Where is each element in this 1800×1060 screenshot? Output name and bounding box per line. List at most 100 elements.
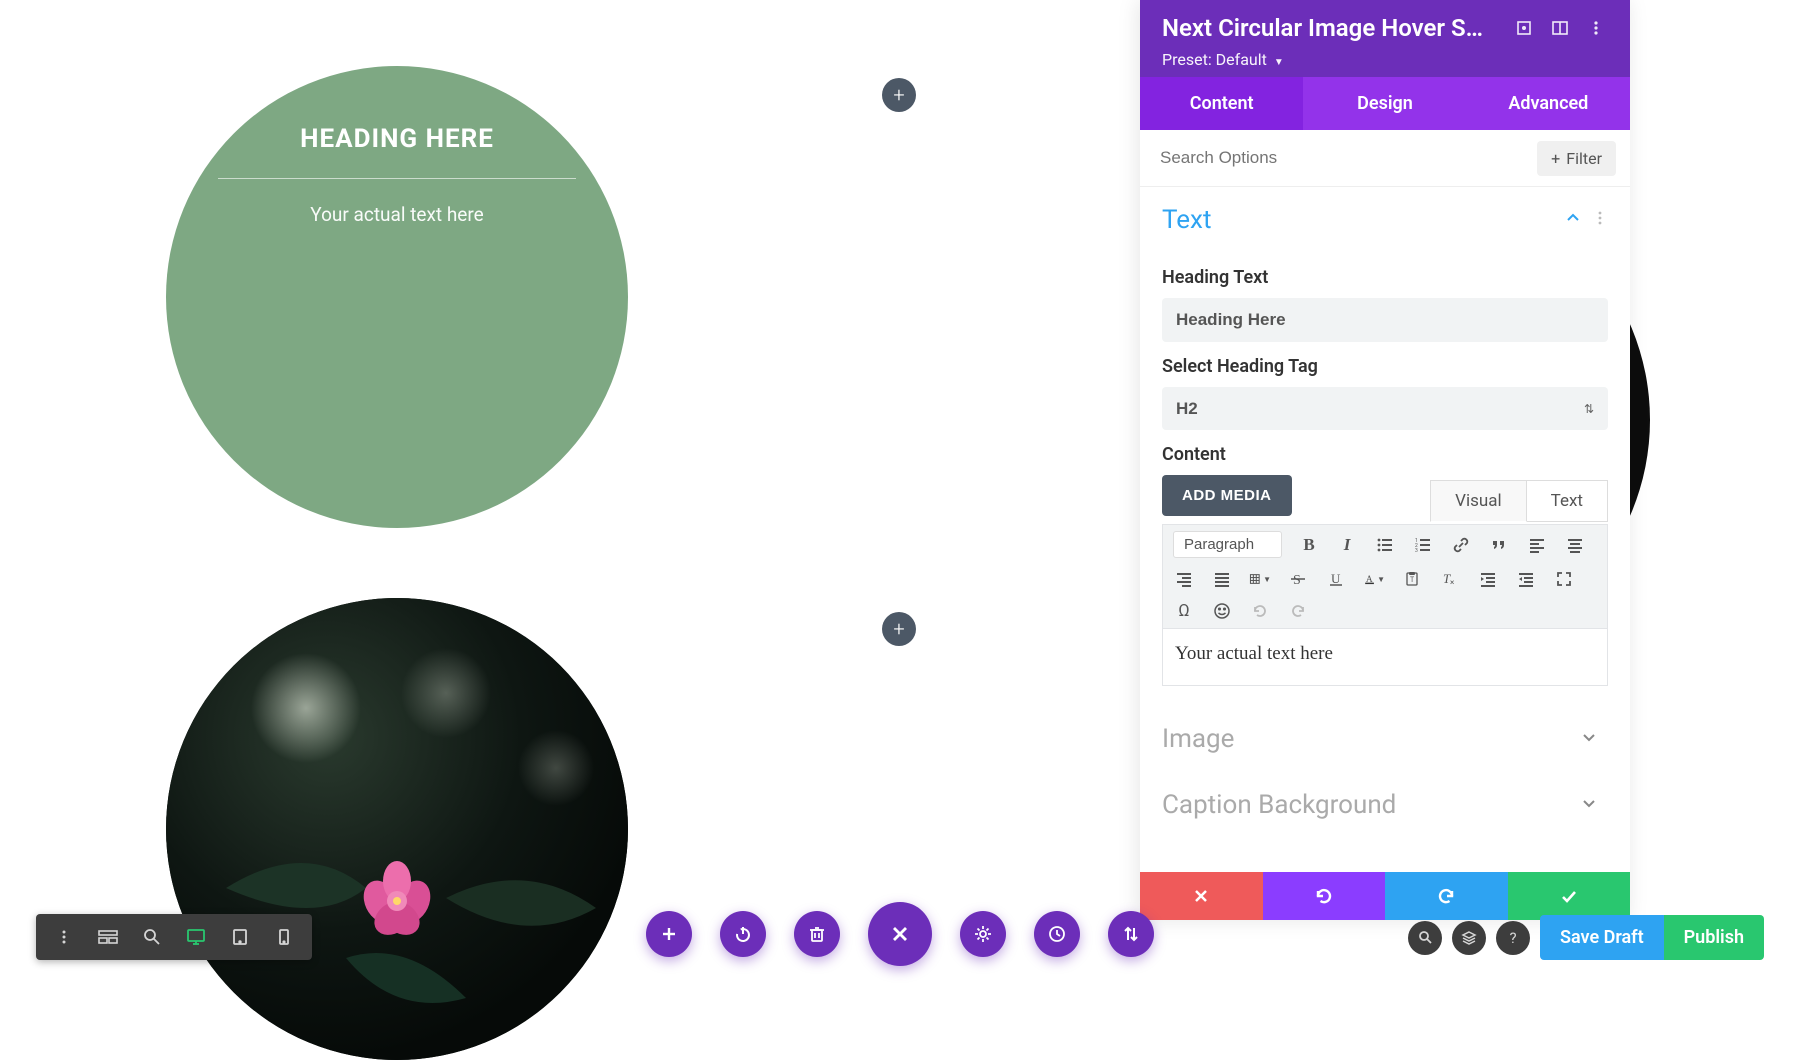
section-captionbg-title: Caption Background bbox=[1162, 790, 1580, 820]
section-text-header[interactable]: Text bbox=[1140, 187, 1630, 253]
heading-text-input[interactable] bbox=[1162, 298, 1608, 342]
preset-value: Default bbox=[1216, 50, 1267, 69]
circle-subtext: Your actual text here bbox=[206, 203, 588, 226]
quote-icon[interactable] bbox=[1488, 534, 1510, 556]
editor-tab-visual[interactable]: Visual bbox=[1430, 480, 1526, 522]
bullet-list-icon[interactable] bbox=[1374, 534, 1396, 556]
heading-tag-select[interactable]: H2 bbox=[1162, 387, 1608, 430]
underline-icon[interactable]: U bbox=[1325, 568, 1347, 590]
footer-undo-button[interactable] bbox=[1263, 872, 1386, 920]
align-justify-icon[interactable] bbox=[1211, 568, 1233, 590]
footer-save-button[interactable] bbox=[1508, 872, 1631, 920]
add-button[interactable] bbox=[646, 911, 692, 957]
circle-module-green[interactable]: HEADING HERE Your actual text here bbox=[166, 66, 628, 528]
panel-header: Next Circular Image Hover S… Preset: Def… bbox=[1140, 0, 1630, 77]
clear-format-icon[interactable]: T× bbox=[1439, 568, 1461, 590]
section-image-title: Image bbox=[1162, 724, 1580, 754]
table-icon[interactable]: ▼ bbox=[1249, 568, 1271, 590]
wireframe-icon[interactable] bbox=[88, 920, 128, 954]
heading-text-label: Heading Text bbox=[1162, 267, 1608, 288]
section-image-header[interactable]: Image bbox=[1140, 706, 1630, 772]
phone-view-icon[interactable] bbox=[264, 920, 304, 954]
settings-button[interactable] bbox=[960, 911, 1006, 957]
bold-icon[interactable]: B bbox=[1298, 534, 1320, 556]
fullscreen-icon[interactable] bbox=[1553, 568, 1575, 590]
align-right-icon[interactable] bbox=[1173, 568, 1195, 590]
power-button[interactable] bbox=[720, 911, 766, 957]
tab-content[interactable]: Content bbox=[1140, 77, 1303, 130]
import-export-button[interactable] bbox=[1108, 911, 1154, 957]
paste-icon[interactable]: T bbox=[1401, 568, 1423, 590]
trash-button[interactable] bbox=[794, 911, 840, 957]
history-button[interactable] bbox=[1034, 911, 1080, 957]
editor-toolbar: Paragraph B I 123 bbox=[1162, 524, 1608, 628]
kebab-icon[interactable] bbox=[1584, 16, 1608, 40]
tab-design[interactable]: Design bbox=[1303, 77, 1466, 130]
svg-text:U: U bbox=[1331, 571, 1341, 586]
panel-body: Text Heading Text Select Heading Tag H2 bbox=[1140, 187, 1630, 872]
expand-icon[interactable] bbox=[1512, 16, 1536, 40]
text-color-icon[interactable]: A ▼ bbox=[1363, 568, 1385, 590]
snap-icon[interactable] bbox=[1548, 16, 1572, 40]
footer-redo-button[interactable] bbox=[1385, 872, 1508, 920]
save-draft-button[interactable]: Save Draft bbox=[1540, 915, 1664, 960]
content-label: Content bbox=[1162, 444, 1608, 465]
strikethrough-icon[interactable]: S bbox=[1287, 568, 1309, 590]
footer-close-button[interactable] bbox=[1140, 872, 1263, 920]
close-builder-button[interactable] bbox=[868, 902, 932, 966]
panel-tabs: Content Design Advanced bbox=[1140, 77, 1630, 130]
flower-image bbox=[166, 598, 628, 1060]
help-icon[interactable]: ? bbox=[1496, 921, 1530, 955]
search-input[interactable] bbox=[1154, 140, 1527, 176]
filter-button[interactable]: + Filter bbox=[1537, 141, 1616, 176]
editor-tab-text[interactable]: Text bbox=[1527, 480, 1608, 522]
emoji-icon[interactable] bbox=[1211, 600, 1233, 622]
svg-text:T: T bbox=[1410, 576, 1415, 584]
caret-down-icon: ▼ bbox=[1274, 57, 1284, 68]
tablet-view-icon[interactable] bbox=[220, 920, 260, 954]
chevron-up-icon bbox=[1564, 209, 1582, 231]
undo-icon[interactable] bbox=[1249, 600, 1271, 622]
svg-text:3: 3 bbox=[1415, 548, 1418, 554]
special-char-icon[interactable]: Ω bbox=[1173, 600, 1195, 622]
section-kebab-icon[interactable] bbox=[1592, 210, 1608, 230]
publish-button[interactable]: Publish bbox=[1664, 915, 1764, 960]
align-center-icon[interactable] bbox=[1564, 534, 1586, 556]
italic-icon[interactable]: I bbox=[1336, 534, 1358, 556]
link-icon[interactable] bbox=[1450, 534, 1472, 556]
editor-content[interactable]: Your actual text here bbox=[1162, 628, 1608, 686]
redo-icon[interactable] bbox=[1287, 600, 1309, 622]
svg-text:S: S bbox=[1293, 573, 1301, 588]
section-text-content: Heading Text Select Heading Tag H2 Conte… bbox=[1140, 267, 1630, 706]
section-captionbg-header[interactable]: Caption Background bbox=[1140, 772, 1630, 838]
indent-icon[interactable] bbox=[1515, 568, 1537, 590]
filter-label: Filter bbox=[1566, 149, 1602, 168]
circle-divider bbox=[218, 178, 576, 179]
outdent-icon[interactable] bbox=[1477, 568, 1499, 590]
layers-icon[interactable] bbox=[1452, 921, 1486, 955]
heading-tag-label: Select Heading Tag bbox=[1162, 356, 1608, 377]
menu-kebab-icon[interactable] bbox=[44, 920, 84, 954]
panel-title: Next Circular Image Hover S… bbox=[1162, 14, 1500, 42]
chevron-down-icon bbox=[1580, 728, 1598, 750]
desktop-view-icon[interactable] bbox=[176, 920, 216, 954]
circle-heading: HEADING HERE bbox=[206, 124, 588, 154]
builder-actions-toolbar bbox=[646, 902, 1154, 966]
align-left-icon[interactable] bbox=[1526, 534, 1548, 556]
zoom-icon[interactable] bbox=[132, 920, 172, 954]
preset-selector[interactable]: Preset: Default ▼ bbox=[1162, 50, 1608, 69]
panel-search-row: + Filter bbox=[1140, 130, 1630, 187]
add-section-button-2[interactable]: + bbox=[882, 612, 916, 646]
preset-prefix: Preset: bbox=[1162, 50, 1212, 69]
tab-advanced[interactable]: Advanced bbox=[1467, 77, 1630, 130]
circle-module-image[interactable] bbox=[166, 598, 628, 1060]
add-section-button-1[interactable]: + bbox=[882, 78, 916, 112]
section-text-title: Text bbox=[1162, 205, 1564, 235]
search-page-icon[interactable] bbox=[1408, 921, 1442, 955]
plus-icon: + bbox=[1551, 149, 1560, 168]
settings-panel: Next Circular Image Hover S… Preset: Def… bbox=[1140, 0, 1630, 920]
paragraph-select[interactable]: Paragraph bbox=[1173, 531, 1282, 558]
svg-text:×: × bbox=[1450, 578, 1454, 587]
numbered-list-icon[interactable]: 123 bbox=[1412, 534, 1434, 556]
add-media-button[interactable]: ADD MEDIA bbox=[1162, 475, 1292, 516]
